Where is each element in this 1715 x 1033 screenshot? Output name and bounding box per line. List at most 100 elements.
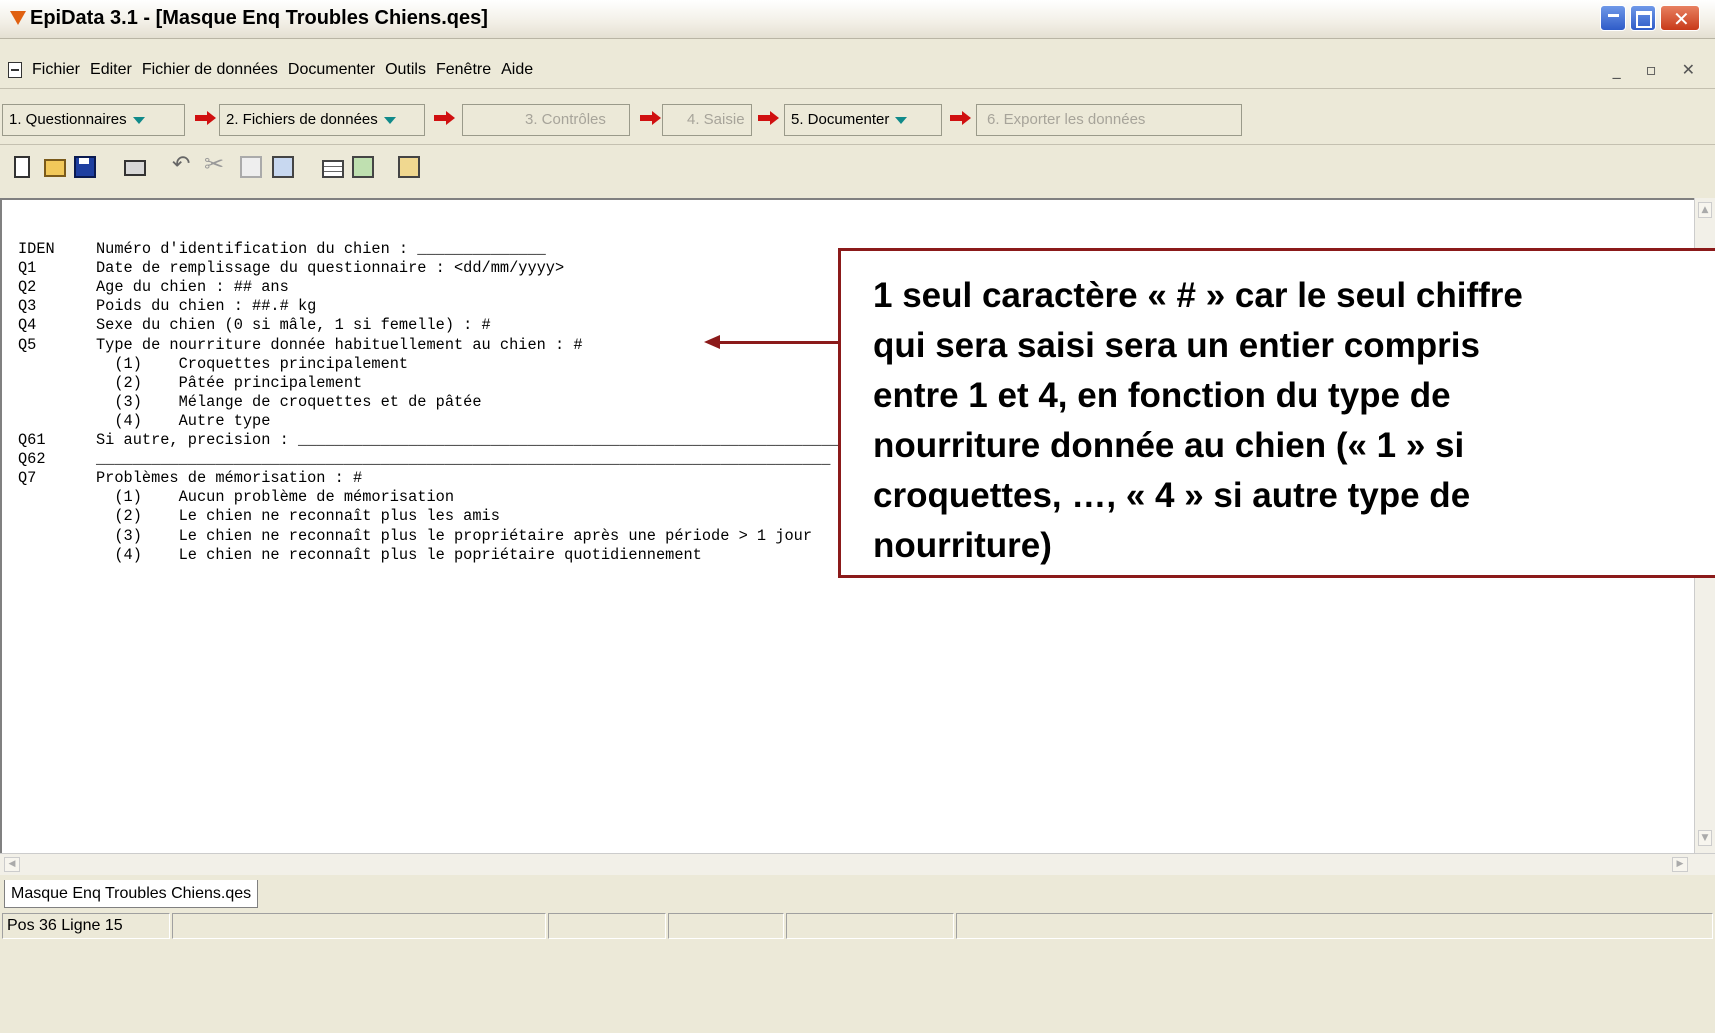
scroll-up-icon[interactable]: ▲ [1698,202,1712,218]
field-text: Type de nourriture donnée habituellement… [96,335,583,354]
editor-line: (1) Croquettes principalement [18,355,408,373]
menu-fichier-de-donnees[interactable]: Fichier de données [142,61,278,79]
editor-line: IDEN Numéro d'identification du chien : _… [18,240,546,258]
editor-line: Q2 Age du chien : ## ans [18,278,289,296]
field-text: ________________________________________… [96,450,831,469]
workflow-exporter-button[interactable]: 6. Exporter les données [976,104,1242,136]
field-text: Problèmes de mémorisation : # [96,469,363,488]
epidata-app-icon [10,11,26,25]
status-bar: Pos 36 Ligne 15 [0,912,1715,940]
workflow-documenter-button[interactable]: 5. Documenter [784,104,942,136]
menu-documenter[interactable]: Documenter [288,61,375,79]
editor-line: Q61 Si autre, precision : _______________… [18,431,876,449]
field-text: (1) Aucun problème de mémorisation [96,488,455,507]
workflow-toolbar: 1. Questionnaires 2. Fichiers de données… [0,96,1715,140]
callout-text-line: entre 1 et 4, en fonction du type de [873,376,1451,415]
menu-fenetre[interactable]: Fenêtre [436,61,491,79]
menu-editer[interactable]: Editer [90,61,132,79]
field-label: Q5 [18,335,37,354]
field-text: (2) Pâtée principalement [96,373,363,392]
editor-line: Q3 Poids du chien : ##.# kg [18,297,316,315]
workflow-fichiers-donnees-button[interactable]: 2. Fichiers de données [219,104,425,136]
status-cell [668,913,784,939]
field-label: Q1 [18,259,37,278]
print-icon[interactable] [124,160,146,176]
minimize-button[interactable] [1600,5,1626,31]
wizard-icon[interactable] [352,156,374,178]
field-text: Numéro d'identification du chien : _____… [96,240,546,258]
field-text: Sexe du chien (0 si mâle, 1 si femelle) … [96,316,491,335]
new-file-icon[interactable] [14,156,30,178]
workflow-questionnaires-button[interactable]: 1. Questionnaires [2,104,185,136]
minimize-icon [1608,14,1619,17]
close-button[interactable]: ✕ [1660,5,1700,31]
status-cell [172,913,546,939]
save-icon[interactable] [74,156,96,178]
menubar-divider [0,88,1715,89]
copy-icon[interactable] [240,156,262,178]
dropdown-arrow-icon [895,116,908,124]
check-icon[interactable] [398,156,420,178]
callout-text-line: 1 seul caractère « # » car le seul chiff… [873,276,1523,315]
field-text: (3) Le chien ne reconnaît plus le propri… [96,526,813,545]
workflow-step-label: 2. Fichiers de données [226,111,378,128]
field-text: Date de remplissage du questionnaire : <… [96,259,565,278]
editor-line: (2) Pâtée principalement [18,374,362,392]
document-menu-icon[interactable] [8,62,22,78]
editor-line: Q5 Type de nourriture donnée habituelleme… [18,336,583,354]
scroll-left-icon[interactable]: ◀ [4,857,20,872]
callout-text-line: nourriture donnée au chien (« 1 » si [873,426,1465,465]
field-label: IDEN [18,240,55,258]
dropdown-arrow-icon [132,116,145,124]
field-label: Q4 [18,316,37,335]
status-cell [956,913,1713,939]
field-text: (2) Le chien ne reconnaît plus les amis [96,507,500,526]
field-text: (4) Autre type [96,411,271,430]
undo-icon[interactable]: ↶ [172,152,194,177]
menu-bar: Fichier Editer Fichier de données Docume… [0,58,1715,82]
workflow-saisie-button[interactable]: 4. Saisie [662,104,752,136]
icon-toolbar: ↶ ✂ [0,150,1715,194]
menu-aide[interactable]: Aide [501,61,533,79]
mdi-window-controls[interactable]: _ ▫ ✕ [1613,60,1705,79]
workflow-divider [0,144,1715,145]
editor-line: (4) Le chien ne reconnaît plus le poprié… [18,546,702,564]
editor-line: (2) Le chien ne reconnaît plus les amis [18,507,500,525]
title-bar: EpiData 3.1 - [Masque Enq Troubles Chien… [0,0,1715,39]
editor-line: (1) Aucun problème de mémorisation [18,488,454,506]
status-cell [548,913,666,939]
maximize-button[interactable] [1630,5,1656,31]
callout-arrow-head-icon [704,335,720,349]
paste-icon[interactable] [272,156,294,178]
cut-icon[interactable]: ✂ [204,150,226,178]
workflow-controles-button[interactable]: 3. Contrôles [462,104,630,136]
field-label: Q2 [18,278,37,297]
status-position: Pos 36 Ligne 15 [2,913,170,939]
dropdown-arrow-icon [383,116,396,124]
editor-line: Q7 Problèmes de mémorisation : # [18,469,362,487]
workflow-step-label: 6. Exporter les données [987,111,1146,128]
menu-outils[interactable]: Outils [385,61,426,79]
workflow-step-label: 5. Documenter [791,111,890,128]
maximize-icon [1636,11,1652,28]
field-text: Age du chien : ## ans [96,278,289,297]
workflow-step-label: 3. Contrôles [525,111,606,128]
scroll-down-icon[interactable]: ▼ [1698,830,1712,846]
field-label: Q7 [18,469,37,488]
menu-fichier[interactable]: Fichier [32,61,80,79]
open-folder-icon[interactable] [44,159,66,177]
scroll-right-icon[interactable]: ▶ [1672,857,1688,872]
field-text: (4) Le chien ne reconnaît plus le poprié… [96,545,702,564]
document-tab[interactable]: Masque Enq Troubles Chiens.qes [4,880,259,908]
field-label: Q61 [18,431,46,449]
field-text: Si autre, precision : __________________… [96,431,877,449]
field-label: Q62 [18,450,46,469]
horizontal-scrollbar[interactable]: ◀ ▶ [0,853,1715,875]
editor-line: (3) Le chien ne reconnaît plus le propri… [18,527,812,545]
field-label: Q3 [18,297,37,316]
field-text: (1) Croquettes principalement [96,354,409,373]
callout-text-line: croquettes, …, « 4 » si autre type de [873,476,1471,515]
editor-line: (4) Autre type [18,412,270,430]
callout-arrow-line [716,341,838,344]
table-icon[interactable] [322,160,344,178]
